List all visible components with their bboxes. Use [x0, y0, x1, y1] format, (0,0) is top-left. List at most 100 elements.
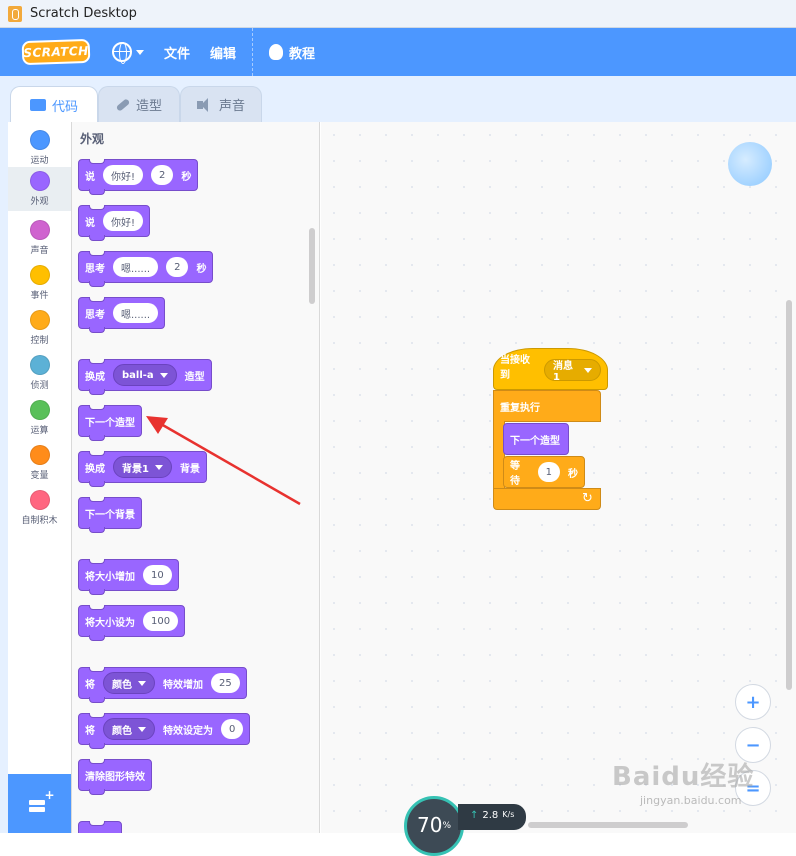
wait-block[interactable]: 等待 1 秒	[503, 456, 585, 488]
percent-sign: %	[442, 821, 451, 831]
loop-arrow-icon: ↻	[582, 491, 593, 506]
category-events[interactable]: 事件	[8, 261, 71, 305]
tab-code[interactable]: 代码	[10, 86, 98, 123]
block-label: 等待	[510, 461, 520, 487]
baidu-watermark: Baidu经验	[612, 762, 755, 792]
category-sound[interactable]: 声音	[8, 216, 71, 260]
scratch-logo[interactable]: SCRATCH	[21, 38, 91, 66]
category-label: 运动	[30, 156, 49, 166]
language-menu[interactable]	[102, 28, 154, 76]
tutorials-menu[interactable]: 教程	[259, 28, 325, 76]
block-label: 将大小增加	[85, 571, 135, 583]
block-label: 下一个背景	[85, 509, 135, 521]
partial-block[interactable]	[78, 821, 122, 833]
edit-menu[interactable]: 编辑	[200, 28, 246, 76]
zoom-in-button[interactable]: +	[735, 684, 771, 720]
set-effect-block[interactable]: 将 颜色 特效设定为 0	[78, 713, 251, 749]
net-speed: ↑ 2.8 K/s	[458, 804, 527, 830]
costume-dropdown[interactable]: ball-a	[113, 364, 177, 386]
brush-icon	[115, 97, 131, 112]
horizontal-scrollbar[interactable]	[528, 822, 688, 828]
upload-arrow-icon: ↑	[470, 810, 479, 821]
category-operators[interactable]: 运算	[8, 396, 71, 440]
say-for-secs-block[interactable]: 说 你好! 2 秒	[78, 159, 199, 195]
number-input[interactable]: 2	[166, 257, 189, 277]
switch-costume-block[interactable]: 换成 ball-a 造型	[78, 359, 212, 395]
add-extension-icon	[28, 788, 55, 812]
cpu-percent: 70	[416, 813, 443, 837]
block-label: 重复执行	[500, 402, 540, 414]
workspace-scrollbar[interactable]	[786, 300, 792, 690]
window-titlebar: Scratch Desktop	[0, 0, 796, 28]
number-input[interactable]: 2	[151, 165, 174, 185]
add-extension-button[interactable]	[8, 774, 71, 833]
number-input[interactable]: 10	[143, 565, 172, 585]
arrow-shaft	[153, 418, 301, 506]
category-dot	[29, 445, 50, 465]
when-receive-hat-block[interactable]: 当接收到 消息1	[493, 348, 608, 390]
script-next-costume-block[interactable]: 下一个造型	[503, 423, 569, 455]
block-label: 将	[85, 679, 95, 691]
menu-bar: SCRATCH 文件 编辑 教程	[0, 28, 796, 76]
tutorials-label: 教程	[289, 46, 316, 62]
palette-section-title: 外观	[80, 132, 105, 146]
next-costume-block[interactable]: 下一个造型	[78, 405, 142, 441]
think-block[interactable]: 思考 嗯......	[78, 297, 166, 333]
category-label: 控制	[30, 336, 49, 346]
think-for-secs-block[interactable]: 思考 嗯...... 2 秒	[78, 251, 214, 287]
forever-block[interactable]: 重复执行	[493, 390, 601, 422]
tab-costumes[interactable]: 造型	[98, 86, 180, 122]
category-variables[interactable]: 变量	[8, 441, 71, 485]
dropdown-value: 消息1	[553, 361, 574, 383]
number-input[interactable]: 0	[221, 719, 244, 739]
category-sensing[interactable]: 侦测	[8, 351, 71, 395]
category-looks[interactable]: 外观	[8, 167, 71, 211]
clear-effects-block[interactable]: 清除图形特效	[78, 759, 152, 795]
block-label: 说	[85, 217, 95, 229]
dropdown-value: 颜色	[112, 725, 132, 737]
category-dot	[29, 310, 50, 330]
menu-divider	[252, 28, 254, 76]
text-input[interactable]: 嗯......	[113, 257, 159, 277]
block-label: 将大小设为	[85, 617, 135, 629]
tab-costumes-label: 造型	[135, 99, 162, 114]
block-label: 当接收到	[500, 355, 530, 381]
next-backdrop-block[interactable]: 下一个背景	[78, 497, 142, 533]
category-control[interactable]: 控制	[8, 306, 71, 350]
number-input[interactable]: 1	[537, 462, 560, 482]
category-label: 声音	[30, 246, 49, 256]
block-label: 秒	[196, 263, 207, 275]
category-label: 侦测	[30, 381, 49, 391]
palette-scrollbar[interactable]	[309, 228, 315, 304]
dropdown-arrow-icon	[584, 367, 592, 373]
file-menu[interactable]: 文件	[154, 28, 200, 76]
effect-dropdown[interactable]: 颜色	[103, 672, 155, 694]
annotation-arrow	[146, 416, 301, 506]
block-label: 清除图形特效	[85, 771, 145, 783]
block-label: 秒	[181, 171, 192, 183]
category-dot	[29, 171, 50, 191]
text-input[interactable]: 你好!	[103, 211, 144, 231]
block-label: 将	[85, 725, 95, 737]
change-effect-block[interactable]: 将 颜色 特效增加 25	[78, 667, 247, 703]
category-dot	[29, 490, 50, 510]
cpu-percent-circle: 70%	[404, 796, 464, 856]
text-input[interactable]: 嗯......	[113, 303, 159, 323]
speed-unit: K/s	[502, 810, 515, 819]
message-dropdown[interactable]: 消息1	[544, 359, 601, 383]
say-block[interactable]: 说 你好!	[78, 205, 151, 241]
block-label: 换成	[85, 463, 105, 475]
effect-dropdown[interactable]: 颜色	[103, 718, 155, 740]
text-input[interactable]: 你好!	[103, 165, 144, 185]
category-motion[interactable]: 运动	[8, 126, 71, 170]
block-label: 秒	[568, 468, 578, 480]
number-input[interactable]: 100	[143, 611, 179, 631]
editor-tabs: 代码 造型 声音	[0, 76, 796, 123]
set-size-block[interactable]: 将大小设为 100	[78, 605, 186, 641]
tab-sounds[interactable]: 声音	[180, 86, 262, 122]
change-size-block[interactable]: 将大小增加 10	[78, 559, 179, 595]
baidu-watermark-url: jingyan.baidu.com	[640, 794, 742, 807]
category-dot	[29, 355, 50, 375]
category-my-blocks[interactable]: 自制积木	[8, 486, 71, 530]
number-input[interactable]: 25	[211, 673, 240, 693]
